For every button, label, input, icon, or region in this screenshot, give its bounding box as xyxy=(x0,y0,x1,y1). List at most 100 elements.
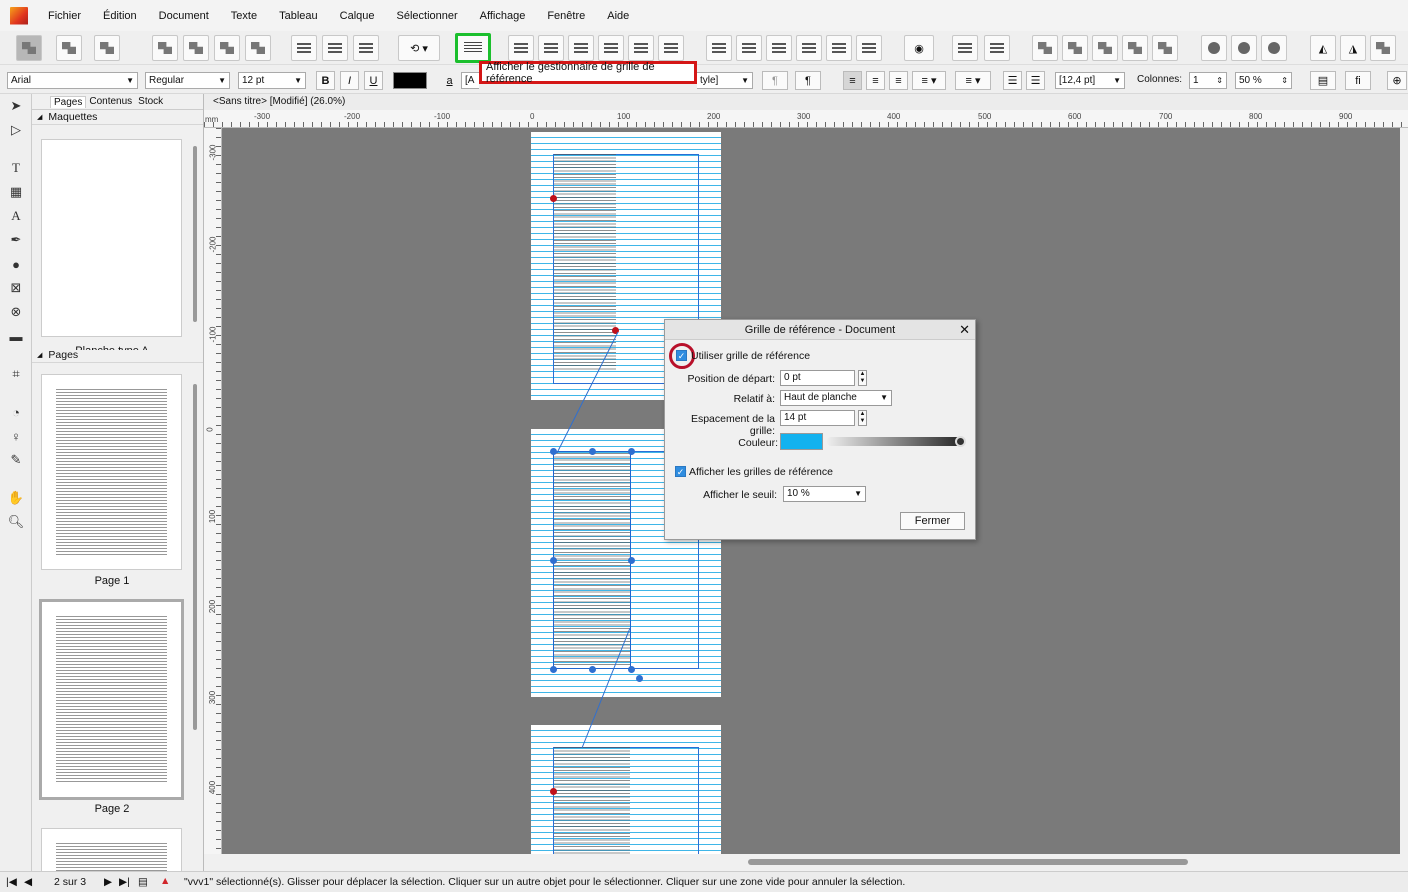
paragraph-style-select[interactable]: tyle] ▼ xyxy=(697,72,753,89)
color-picker-tool[interactable]: ✎ xyxy=(6,450,26,470)
distribute-btn-1[interactable] xyxy=(706,35,732,61)
toolbar-btn-3[interactable] xyxy=(214,35,240,61)
font-family-select[interactable]: Arial ▼ xyxy=(7,72,138,89)
persona-designer-button[interactable] xyxy=(94,35,120,61)
bullet-list-button[interactable]: ☰ xyxy=(1003,71,1022,90)
distribute-btn-4[interactable] xyxy=(796,35,822,61)
distribute-btn-3[interactable] xyxy=(766,35,792,61)
bold-button[interactable]: B xyxy=(316,71,335,90)
close-button[interactable]: Fermer xyxy=(900,512,965,530)
pilcrow-button-1[interactable]: ¶ xyxy=(762,71,788,90)
ligature-button[interactable]: fi xyxy=(1345,71,1371,90)
menu-selectionner[interactable]: Sélectionner xyxy=(389,10,466,22)
geometry-btn-1[interactable] xyxy=(1201,35,1227,61)
underline-button[interactable]: U xyxy=(364,71,383,90)
prev-page-icon[interactable]: ◀ xyxy=(24,876,32,888)
menu-edition[interactable]: Édition xyxy=(95,10,145,22)
toolbar-btn-1[interactable] xyxy=(152,35,178,61)
toolbar-btn-6[interactable] xyxy=(322,35,348,61)
align-left-button[interactable] xyxy=(508,35,534,61)
undo-dropdown[interactable]: ⟲ ▾ xyxy=(398,35,440,61)
relative-select[interactable]: Haut de planche ▼ xyxy=(780,390,892,406)
leading-select[interactable]: [12,4 pt] ▼ xyxy=(1055,72,1125,89)
fill-tool[interactable]: ◔ xyxy=(6,402,26,422)
vertical-align-dropdown[interactable]: ≡ ▾ xyxy=(955,71,991,90)
justify-dropdown[interactable]: ≡ ▾ xyxy=(912,71,946,90)
threshold-select[interactable]: 10 % ▼ xyxy=(783,486,866,502)
horizontal-scroll-thumb[interactable] xyxy=(748,859,1188,865)
paragraph-style-select-left[interactable]: [A xyxy=(461,72,479,89)
boolean-btn-1[interactable] xyxy=(1032,35,1058,61)
align-top-button[interactable] xyxy=(598,35,624,61)
menu-fichier[interactable]: Fichier xyxy=(40,10,89,22)
vertical-scrollbar[interactable] xyxy=(1400,128,1408,854)
font-size-select[interactable]: 12 pt ▼ xyxy=(238,72,306,89)
table-tool[interactable]: ▦ xyxy=(6,182,26,202)
boolean-btn-3[interactable] xyxy=(1092,35,1118,61)
flip-vertical-button[interactable]: ◮ xyxy=(1340,35,1366,61)
persona-publisher-button[interactable] xyxy=(16,35,42,61)
next-page-icon[interactable]: ▶ xyxy=(104,876,112,888)
page2-thumbnail[interactable] xyxy=(39,599,184,800)
start-position-stepper[interactable]: ▲ ▼ xyxy=(858,370,867,386)
pen-tool[interactable]: ✒ xyxy=(6,230,26,250)
align-right-button[interactable] xyxy=(568,35,594,61)
more-options-button[interactable]: ⊕ xyxy=(1387,71,1407,90)
persona-photo-button[interactable] xyxy=(56,35,82,61)
document-icon[interactable]: ▤ xyxy=(138,876,148,888)
tab-pages[interactable]: Pages xyxy=(50,95,87,108)
picture-frame-tool[interactable]: ⊠ xyxy=(6,278,26,298)
first-page-icon[interactable]: |◀ xyxy=(6,876,17,888)
pages-scrollbar[interactable] xyxy=(193,384,197,730)
align-middle-button[interactable] xyxy=(628,35,654,61)
menu-calque[interactable]: Calque xyxy=(332,10,383,22)
opacity-slider[interactable] xyxy=(827,437,965,446)
masters-scrollbar[interactable] xyxy=(193,146,197,322)
numbered-list-button[interactable]: ☰ xyxy=(1026,71,1045,90)
menu-affichage[interactable]: Affichage xyxy=(472,10,534,22)
tab-stock[interactable]: Stock xyxy=(135,96,166,107)
place-image-tool[interactable]: ▬ xyxy=(6,326,26,346)
move-tool[interactable]: ➤ xyxy=(6,96,26,116)
view-tool[interactable]: ✋ xyxy=(6,488,26,508)
text-decoration-button[interactable]: a xyxy=(440,71,459,90)
toolbar-btn-4[interactable] xyxy=(245,35,271,61)
warning-icon[interactable]: ▲ xyxy=(160,875,170,887)
opacity-slider-handle[interactable] xyxy=(955,436,966,447)
menu-texte[interactable]: Texte xyxy=(223,10,265,22)
pilcrow-button-2[interactable]: ¶ xyxy=(795,71,821,90)
masters-section-header[interactable]: ◢ Maquettes xyxy=(32,110,203,125)
distribute-btn-2[interactable] xyxy=(736,35,762,61)
baseline-grid-manager-button[interactable] xyxy=(455,33,491,63)
master-thumbnail[interactable] xyxy=(41,139,182,337)
toolbar-btn-5[interactable] xyxy=(291,35,317,61)
align-bottom-button[interactable] xyxy=(658,35,684,61)
transparency-tool[interactable]: ♀ xyxy=(6,426,26,446)
gutter-input[interactable]: 50 % ⇕ xyxy=(1235,72,1292,89)
toolbar-btn-2[interactable] xyxy=(183,35,209,61)
horizontal-scrollbar[interactable] xyxy=(222,854,1400,871)
distribute-btn-6[interactable] xyxy=(856,35,882,61)
menu-aide[interactable]: Aide xyxy=(599,10,637,22)
align-text-right-button[interactable]: ≡ xyxy=(889,71,908,90)
text-frame-button[interactable]: ▤ xyxy=(1310,71,1336,90)
crop-tool[interactable]: ⌗ xyxy=(6,364,26,384)
show-grids-checkbox[interactable]: ✓ xyxy=(675,466,686,477)
boolean-btn-5[interactable] xyxy=(1152,35,1178,61)
grid-spacing-input[interactable]: 14 pt xyxy=(780,410,855,426)
artistic-text-tool[interactable]: A xyxy=(6,206,26,226)
geometry-btn-3[interactable] xyxy=(1261,35,1287,61)
page3-thumbnail[interactable] xyxy=(41,828,182,873)
align-center-button[interactable] xyxy=(538,35,564,61)
space-btn-1[interactable] xyxy=(952,35,978,61)
menu-tableau[interactable]: Tableau xyxy=(271,10,326,22)
ellipse-frame-tool[interactable]: ⊗ xyxy=(6,302,26,322)
node-tool[interactable]: ▷ xyxy=(6,120,26,140)
text-color-swatch[interactable] xyxy=(393,72,427,89)
menu-document[interactable]: Document xyxy=(151,10,217,22)
page1-thumbnail[interactable] xyxy=(41,374,182,570)
align-text-left-button[interactable]: ≡ xyxy=(843,71,862,90)
font-style-select[interactable]: Regular ▼ xyxy=(145,72,230,89)
distribute-btn-5[interactable] xyxy=(826,35,852,61)
last-page-icon[interactable]: ▶| xyxy=(119,876,130,888)
